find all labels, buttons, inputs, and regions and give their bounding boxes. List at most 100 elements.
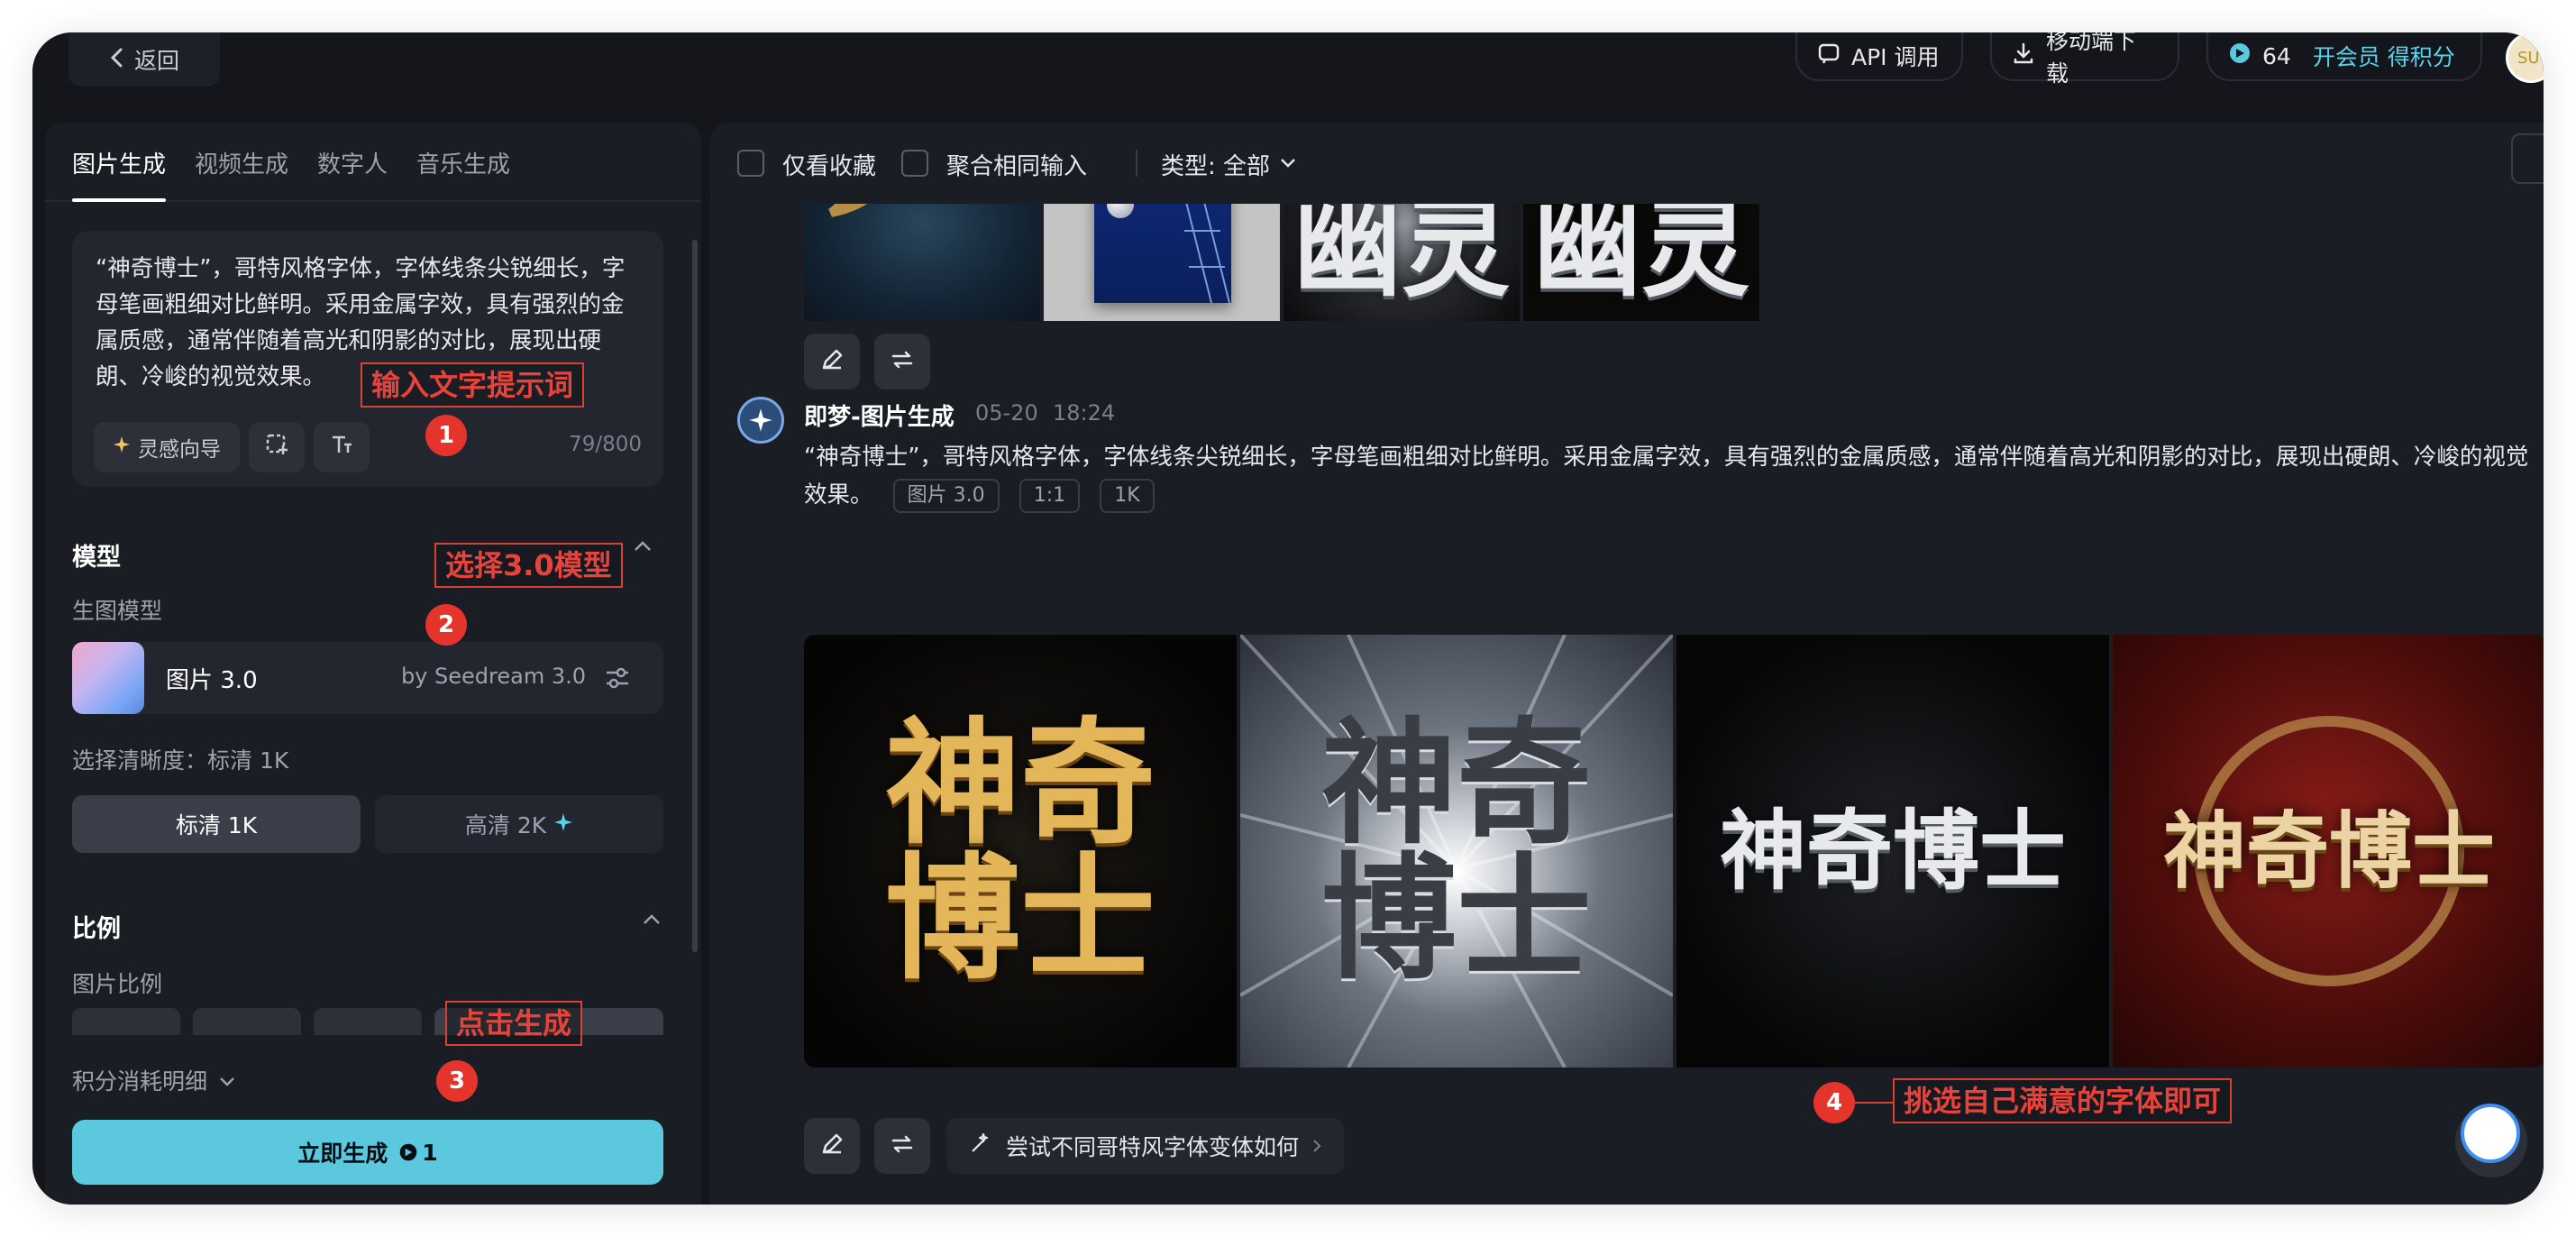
result-image-text: 神奇博士	[1720, 800, 2066, 902]
annotation-label-3: 点击生成	[445, 1001, 583, 1046]
result-image-text: 神奇 博士	[1320, 704, 1592, 998]
tab-music[interactable]: 音乐生成	[416, 146, 510, 179]
mode-tabs: 图片生成 视频生成 数字人 音乐生成	[45, 123, 701, 202]
magic-wand-icon	[968, 1131, 993, 1161]
type-filter-dropdown[interactable]: 类型: 全部	[1161, 148, 1297, 181]
refresh-icon	[890, 347, 915, 376]
tag-ratio: 1:1	[1019, 479, 1081, 513]
model-section-title: 模型	[72, 544, 121, 572]
resolution-label: 选择清晰度：标清 1K	[72, 747, 289, 774]
result-image-3[interactable]: 神奇博士	[1676, 635, 2109, 1067]
layout-toggle-button[interactable]	[2511, 133, 2544, 184]
tab-image[interactable]: 图片生成	[72, 146, 166, 179]
res-standard-button[interactable]: 标清 1K	[72, 795, 361, 853]
member-label: 开会员 得积分	[2312, 44, 2455, 70]
filter-divider	[1136, 150, 1137, 177]
result-image-4[interactable]: 神奇博士	[2113, 635, 2544, 1067]
points-icon	[2228, 41, 2252, 70]
favorites-label[interactable]: 仅看收藏	[782, 148, 876, 181]
user-avatar[interactable]: SU	[2506, 32, 2544, 83]
tab-video[interactable]: 视频生成	[195, 146, 288, 179]
favorites-checkbox[interactable]	[737, 150, 764, 177]
points-count: 64	[2262, 42, 2291, 69]
prompt-input[interactable]: “神奇博士”，哥特风格字体，字体线条尖锐细长，字母笔画粗细对比鲜明。采用金属字效…	[72, 231, 663, 487]
image-add-icon	[264, 432, 289, 463]
tab-digital-human[interactable]: 数字人	[317, 146, 388, 179]
tag-resolution: 1K	[1100, 479, 1155, 513]
settings-sliders-icon[interactable]	[604, 665, 631, 694]
type-filter-label: 类型: 全部	[1161, 153, 1271, 180]
ratio-option[interactable]	[314, 1008, 422, 1035]
ratio-label: 图片比例	[72, 971, 163, 997]
annotation-badge-1: 1	[425, 415, 467, 456]
message-date: 05-20	[975, 400, 1038, 426]
cost-detail-toggle[interactable]: 积分消耗明细	[72, 1064, 236, 1096]
model-selector[interactable]: 图片 3.0 by Seedream 3.0	[72, 642, 663, 714]
chevron-right-icon	[1311, 1133, 1322, 1159]
annotation-badge-4: 4	[1813, 1082, 1855, 1123]
text-format-icon	[329, 432, 354, 463]
model-name: 图片 3.0	[166, 667, 258, 694]
assistant-icon[interactable]	[2461, 1104, 2520, 1163]
generate-cost-value: 1	[422, 1139, 438, 1166]
annotation-label-2: 选择3.0模型	[434, 543, 623, 588]
result-image-2[interactable]: 神奇 博士	[1240, 635, 1673, 1067]
message-time: 18:24	[1053, 400, 1116, 426]
gen-model-label: 生图模型	[72, 598, 163, 624]
points-member-button[interactable]: 64 开会员 得积分	[2206, 32, 2482, 81]
ratio-section-title: 比例	[72, 915, 121, 943]
regenerate-button[interactable]	[874, 334, 930, 389]
res-high-label: 高清 2K	[464, 812, 547, 838]
top-bar: 返回 API 调用 移动端下载 64 开会员 得积分 SU	[32, 32, 2544, 123]
text-style-button[interactable]	[314, 422, 370, 472]
chevron-down-icon	[218, 1067, 236, 1094]
bot-avatar	[737, 397, 784, 444]
tag-model: 图片 3.0	[892, 479, 1000, 513]
collapse-model-icon[interactable]	[633, 539, 653, 557]
api-button[interactable]: API 调用	[1795, 32, 1963, 81]
pencil-icon	[819, 347, 845, 376]
cost-detail-label: 积分消耗明细	[72, 1068, 208, 1095]
sparkle-icon	[553, 811, 573, 838]
api-label: API 调用	[1851, 44, 1940, 70]
download-icon	[2012, 41, 2035, 70]
points-icon	[399, 1143, 417, 1161]
edit-button[interactable]	[804, 1118, 860, 1174]
api-icon	[1817, 41, 1841, 70]
refresh-icon	[890, 1132, 915, 1160]
suggestion-text: 尝试不同哥特风字体变体如何	[1006, 1134, 1300, 1160]
generate-button[interactable]: 立即生成 1	[72, 1120, 663, 1185]
message-prompt: “神奇博士”，哥特风格字体，字体线条尖锐细长，字母笔画粗细对比鲜明。采用金属字效…	[804, 438, 2535, 514]
annotation-label-1: 输入文字提示词	[361, 362, 585, 408]
collapse-ratio-icon[interactable]	[642, 912, 662, 930]
model-thumbnail	[72, 642, 144, 714]
inspiration-label: 灵感向导	[138, 438, 221, 462]
ratio-option[interactable]	[72, 1008, 180, 1035]
inspiration-button[interactable]: 灵感向导	[94, 422, 240, 472]
suggestion-chip[interactable]: 尝试不同哥特风字体变体如何	[946, 1118, 1345, 1174]
regenerate-button[interactable]	[874, 1118, 930, 1174]
result-image-text: 神奇 博士	[884, 704, 1156, 998]
res-high-button[interactable]: 高清 2K	[375, 795, 663, 853]
filter-bar: 仅看收藏 聚合相同输入 类型: 全部	[710, 123, 2544, 204]
result-image-1[interactable]: 神奇 博士	[804, 635, 1237, 1067]
left-scrollbar[interactable]	[692, 240, 698, 952]
merge-checkbox[interactable]	[901, 150, 928, 177]
ratio-option[interactable]	[193, 1008, 301, 1035]
annotation-label-4: 挑选自己满意的字体即可	[1893, 1078, 2233, 1123]
generation-panel: 图片生成 视频生成 数字人 音乐生成 “神奇博士”，哥特风格字体，字体线条尖锐细…	[45, 123, 701, 1205]
reference-image-button[interactable]	[249, 422, 305, 472]
prev-image-text: 幽灵	[1533, 185, 1749, 312]
char-counter: 79/800	[569, 433, 642, 456]
active-tab-indicator	[72, 198, 166, 202]
back-label: 返回	[133, 48, 179, 74]
app-window: 返回 API 调用 移动端下载 64 开会员 得积分 SU 图片生成 视频生成 …	[32, 32, 2544, 1205]
message-sender: 即梦-图片生成	[804, 404, 955, 431]
result-image-text: 神奇博士	[2162, 802, 2495, 900]
mobile-download-button[interactable]: 移动端下载	[1990, 32, 2179, 87]
generate-label: 立即生成	[297, 1141, 388, 1167]
merge-label[interactable]: 聚合相同输入	[946, 148, 1087, 181]
generate-cost: 1	[398, 1139, 438, 1166]
edit-button[interactable]	[804, 334, 860, 389]
back-button[interactable]: 返回	[69, 32, 220, 87]
